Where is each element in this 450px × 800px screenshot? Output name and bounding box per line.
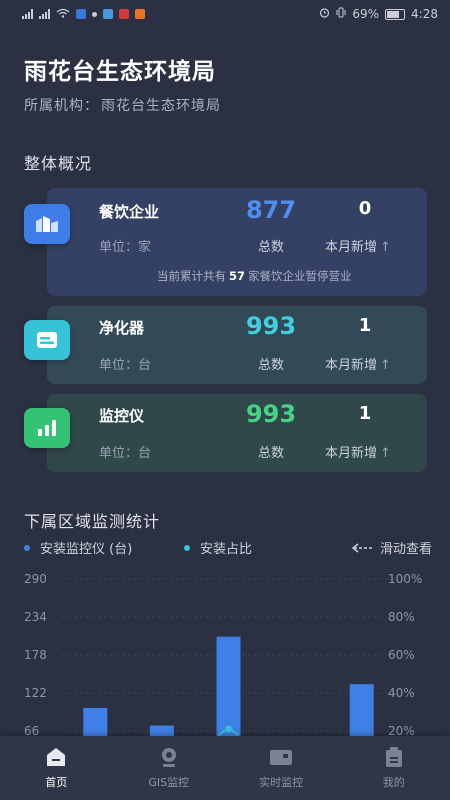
right-tick-label: 100% [388, 572, 422, 586]
card-total-value: 877 [245, 196, 297, 224]
card-total-value: 993 [245, 400, 297, 428]
left-tick-label: 178 [24, 648, 47, 662]
note-suffix: 家餐饮企业暂停营业 [248, 269, 352, 283]
alarm-icon [319, 7, 330, 21]
status-left [22, 7, 145, 21]
org-label: 所属机构： [24, 98, 99, 114]
legend-bar-dot [24, 544, 30, 551]
legend-ratio[interactable]: 安装占比 [184, 538, 252, 557]
left-tick-label: 66 [24, 724, 39, 736]
right-tick-label: 80% [388, 610, 415, 624]
ratio-point [225, 725, 232, 733]
new-label-text: 本月新增 [325, 240, 378, 255]
wifi-icon [56, 7, 70, 21]
right-tick-label: 20% [388, 724, 415, 736]
note-count: 57 [229, 269, 246, 283]
vibrate-icon [336, 7, 346, 21]
monitor-card[interactable]: 监控仪 单位：台 993 1 总数 本月新增 ↑ [47, 394, 427, 472]
bottom-tab-bar: 首页 GIS监控 实时监控 我的 [0, 736, 450, 800]
tab-home[interactable]: 首页 [11, 746, 101, 790]
legend-installed-label: 安装监控仪 (台) [40, 542, 133, 557]
left-tick-label: 122 [24, 686, 47, 700]
battery-percent: 69% [352, 7, 380, 21]
card-unit: 单位：台 [99, 358, 152, 373]
arrow-up-icon: ↑ [380, 240, 391, 255]
legend-ratio-dot [184, 544, 190, 551]
chart-bar [149, 725, 174, 736]
card-name: 监控仪 [99, 407, 145, 425]
building-icon [24, 204, 70, 244]
clock: 4:28 [411, 7, 438, 21]
card-unit: 单位：台 [99, 446, 152, 461]
video-app-icon [119, 9, 129, 19]
org-line: 所属机构： 雨花台生态环境局 [24, 95, 221, 115]
page-title: 雨花台生态环境局 [24, 59, 216, 85]
card-new-label: 本月新增 ↑ [325, 236, 391, 255]
note-prefix: 当前累计共有 [157, 269, 226, 283]
signal-icon [22, 9, 33, 19]
tab-gis-label: GIS监控 [148, 776, 190, 789]
suspended-note: 当前累计共有 57 家餐饮企业暂停营业 [157, 268, 352, 284]
profile-icon [382, 746, 406, 768]
left-tick-label: 234 [24, 610, 47, 624]
tab-gis[interactable]: GIS监控 [124, 746, 214, 790]
battery-icon [385, 8, 406, 20]
arrow-up-icon: ↑ [380, 358, 391, 373]
card-new-value: 1 [358, 315, 372, 336]
new-label-text: 本月新增 [325, 446, 378, 461]
status-right: 69% 4:28 [319, 7, 438, 21]
card-total-label: 总数 [257, 240, 284, 255]
card-new-label: 本月新增 ↑ [325, 442, 391, 461]
tab-home-label: 首页 [45, 776, 68, 789]
chart-legend: 安装监控仪 (台) 安装占比 滑动查看 [24, 538, 432, 558]
purifier-card[interactable]: 净化器 单位：台 993 1 总数 本月新增 ↑ [47, 306, 427, 384]
tab-live-label: 实时监控 [259, 776, 304, 789]
purifier-icon [24, 320, 70, 360]
video-monitor-icon [269, 746, 293, 768]
overview-title: 整体概况 [24, 154, 93, 173]
app-notification-icon-2 [135, 9, 145, 19]
left-tick-label: 290 [24, 572, 47, 586]
app-notification-icon [103, 9, 113, 19]
card-new-label: 本月新增 ↑ [325, 354, 391, 373]
new-label-text: 本月新增 [325, 358, 378, 373]
legend-ratio-label: 安装占比 [200, 542, 253, 557]
card-new-value: 1 [358, 403, 372, 424]
chart-bar [83, 707, 108, 736]
right-tick-label: 40% [388, 686, 415, 700]
chart-svg: 290 100% 234 80% 178 60% 122 40% 66 20% [24, 572, 422, 736]
org-name: 雨花台生态环境局 [101, 98, 221, 114]
shield-app-icon [76, 9, 86, 19]
right-tick-label: 60% [388, 648, 415, 662]
map-pin-icon [157, 746, 181, 768]
stats-title: 下属区域监测统计 [24, 512, 161, 531]
card-total-label: 总数 [257, 358, 284, 373]
swipe-hint[interactable]: 滑动查看 [351, 538, 432, 557]
card-total-label: 总数 [257, 446, 284, 461]
region-chart[interactable]: 290 100% 234 80% 178 60% 122 40% 66 20% [0, 566, 450, 736]
chart-bar [216, 636, 241, 736]
card-total-value: 993 [245, 312, 297, 340]
card-name: 净化器 [99, 319, 145, 337]
chart-bar [349, 684, 374, 736]
tab-live[interactable]: 实时监控 [236, 746, 326, 790]
dot-notification-icon [92, 11, 97, 17]
tab-mine[interactable]: 我的 [349, 746, 439, 790]
card-name: 餐饮企业 [99, 203, 160, 221]
restaurant-card[interactable]: 餐饮企业 单位：家 877 0 总数 本月新增 ↑ 当前累计共有 57 家餐饮企业暂停… [47, 188, 427, 296]
tab-mine-label: 我的 [382, 776, 405, 789]
card-new-value: 0 [358, 198, 372, 219]
swipe-hint-label: 滑动查看 [379, 542, 432, 557]
signal-icon-2 [39, 9, 50, 19]
bar-chart-icon [24, 408, 70, 448]
arrow-up-icon: ↑ [380, 446, 391, 461]
home-icon [44, 746, 68, 768]
swipe-arrow-icon [351, 542, 373, 553]
card-unit: 单位：家 [99, 240, 152, 255]
legend-installed[interactable]: 安装监控仪 (台) [24, 538, 132, 557]
status-bar: 69% 4:28 [0, 0, 450, 28]
